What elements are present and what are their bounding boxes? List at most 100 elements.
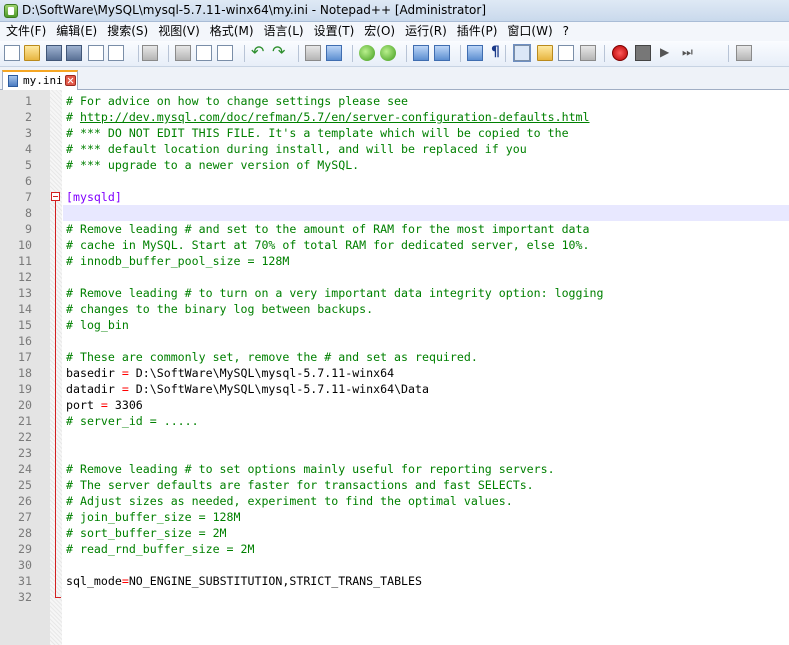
toolbar-separator <box>728 45 729 62</box>
line-text: # The server defaults are faster for tra… <box>66 477 534 493</box>
code-line[interactable]: 27 # join_buffer_size = 128M <box>0 509 789 525</box>
sync-horizontal-icon[interactable] <box>434 45 450 61</box>
menu-item-6[interactable]: 设置(T) <box>309 22 360 41</box>
code-line[interactable]: 25 # The server defaults are faster for t… <box>0 477 789 493</box>
code-line[interactable]: 13 # Remove leading # to turn on a very i… <box>0 285 789 301</box>
code-line[interactable]: 32 <box>0 589 789 605</box>
save-macro-icon[interactable] <box>736 45 752 61</box>
comment-text: # Remove leading # to turn on a very imp… <box>66 286 604 300</box>
code-line[interactable]: 10 # cache in MySQL. Start at 70% of tota… <box>0 237 789 253</box>
zoom-out-icon[interactable] <box>380 45 396 61</box>
word-wrap-icon[interactable] <box>467 45 483 61</box>
run-macro-multiple-icon[interactable] <box>681 45 697 61</box>
find-icon[interactable] <box>305 45 321 61</box>
url-link[interactable]: http://dev.mysql.com/doc/refman/5.7/en/s… <box>80 110 590 124</box>
comment-prefix: # <box>66 110 80 124</box>
tab-close-icon[interactable] <box>65 75 76 86</box>
indent-guide-icon[interactable] <box>513 44 531 62</box>
line-number: 24 <box>18 462 32 476</box>
code-line[interactable]: 7 [mysqld] <box>0 189 789 205</box>
code-line[interactable]: 31 sql_mode=NO_ENGINE_SUBSTITUTION,STRICT… <box>0 573 789 589</box>
replace-icon[interactable] <box>326 45 342 61</box>
code-line[interactable]: 21 # server_id = ..... <box>0 413 789 429</box>
menu-item-4[interactable]: 格式(M) <box>205 22 259 41</box>
code-line[interactable]: 23 <box>0 445 789 461</box>
line-number: 9 <box>25 222 32 236</box>
code-line[interactable]: 28 # sort_buffer_size = 2M <box>0 525 789 541</box>
code-line[interactable]: 17 # These are commonly set, remove the #… <box>0 349 789 365</box>
menu-item-1[interactable]: 编辑(E) <box>51 22 102 41</box>
code-line[interactable]: 16 <box>0 333 789 349</box>
undo-icon[interactable] <box>251 42 267 61</box>
save-icon[interactable] <box>46 45 62 61</box>
line-number: 10 <box>18 238 32 252</box>
menu-item-10[interactable]: 窗口(W) <box>502 22 557 41</box>
menu-item-0[interactable]: 文件(F) <box>0 22 51 41</box>
zoom-in-icon[interactable] <box>359 45 375 61</box>
line-number: 7 <box>25 190 32 204</box>
menu-item-11[interactable]: ? <box>558 22 574 41</box>
cut-icon[interactable] <box>175 45 191 61</box>
paste-icon[interactable] <box>217 45 233 61</box>
config-value: 3306 <box>107 398 143 412</box>
code-line[interactable]: 8 <box>0 205 789 221</box>
toolbar-separator <box>505 45 506 62</box>
code-line[interactable]: 5 # *** upgrade to a newer version of MyS… <box>0 157 789 173</box>
record-macro-icon[interactable] <box>612 45 628 61</box>
tab-my-ini[interactable]: my.ini <box>2 70 78 90</box>
code-line[interactable]: 15 # log_bin <box>0 317 789 333</box>
code-line[interactable]: 14 # changes to the binary log between ba… <box>0 301 789 317</box>
code-line[interactable]: 2 # http://dev.mysql.com/doc/refman/5.7/e… <box>0 109 789 125</box>
line-text: # sort_buffer_size = 2M <box>66 525 227 541</box>
code-line[interactable]: 30 <box>0 557 789 573</box>
code-line[interactable]: 20 port = 3306 <box>0 397 789 413</box>
line-number: 13 <box>18 286 32 300</box>
line-number: 11 <box>18 254 32 268</box>
print-icon[interactable] <box>142 45 158 61</box>
menu-item-2[interactable]: 搜索(S) <box>102 22 153 41</box>
play-macro-icon[interactable] <box>658 45 674 61</box>
close-all-icon[interactable] <box>108 45 124 61</box>
menu-item-8[interactable]: 运行(R) <box>400 22 452 41</box>
stop-recording-icon[interactable] <box>635 45 651 61</box>
comment-text: # cache in MySQL. Start at 70% of total … <box>66 238 590 252</box>
code-line[interactable]: 29 # read_rnd_buffer_size = 2M <box>0 541 789 557</box>
toolbar-separator <box>406 45 407 62</box>
user-language-icon[interactable] <box>537 45 553 61</box>
comment-text: # *** upgrade to a newer version of MySQ… <box>66 158 360 172</box>
function-list-icon[interactable] <box>580 45 596 61</box>
document-map-icon[interactable] <box>558 45 574 61</box>
code-line[interactable]: 6 <box>0 173 789 189</box>
copy-icon[interactable] <box>196 45 212 61</box>
menu-item-7[interactable]: 宏(O) <box>359 22 400 41</box>
editor[interactable]: 1 # For advice on how to change settings … <box>0 90 789 645</box>
code-line[interactable]: 26 # Adjust sizes as needed, experiment t… <box>0 493 789 509</box>
sync-vertical-icon[interactable] <box>413 45 429 61</box>
code-line[interactable]: 12 <box>0 269 789 285</box>
menu-item-9[interactable]: 插件(P) <box>452 22 503 41</box>
menu-item-5[interactable]: 语言(L) <box>259 22 309 41</box>
code-line[interactable]: 3 # *** DO NOT EDIT THIS FILE. It's a tem… <box>0 125 789 141</box>
save-all-icon[interactable] <box>66 45 82 61</box>
menu-item-3[interactable]: 视图(V) <box>153 22 205 41</box>
redo-icon[interactable] <box>272 42 288 61</box>
code-line[interactable]: 11 # innodb_buffer_pool_size = 128M <box>0 253 789 269</box>
new-file-icon[interactable] <box>4 45 20 61</box>
code-line[interactable]: 19 datadir = D:\SoftWare\MySQL\mysql-5.7.… <box>0 381 789 397</box>
close-icon[interactable] <box>88 45 104 61</box>
show-all-characters-icon[interactable] <box>488 44 504 61</box>
line-number: 22 <box>18 430 32 444</box>
line-text: # Remove leading # to turn on a very imp… <box>66 285 603 301</box>
line-number: 17 <box>18 350 32 364</box>
code-line[interactable]: 1 # For advice on how to change settings … <box>0 93 789 109</box>
config-value: D:\SoftWare\MySQL\mysql-5.7.11-winx64 <box>128 366 395 380</box>
code-line[interactable]: 24 # Remove leading # to set options main… <box>0 461 789 477</box>
code-line[interactable]: 18 basedir = D:\SoftWare\MySQL\mysql-5.7.… <box>0 365 789 381</box>
code-line[interactable]: 9 # Remove leading # and set to the amoun… <box>0 221 789 237</box>
comment-text: # changes to the binary log between back… <box>66 302 374 316</box>
code-line[interactable]: 4 # *** default location during install, … <box>0 141 789 157</box>
open-file-icon[interactable] <box>24 45 40 61</box>
line-number: 18 <box>18 366 32 380</box>
config-key: datadir <box>66 382 122 396</box>
code-line[interactable]: 22 <box>0 429 789 445</box>
